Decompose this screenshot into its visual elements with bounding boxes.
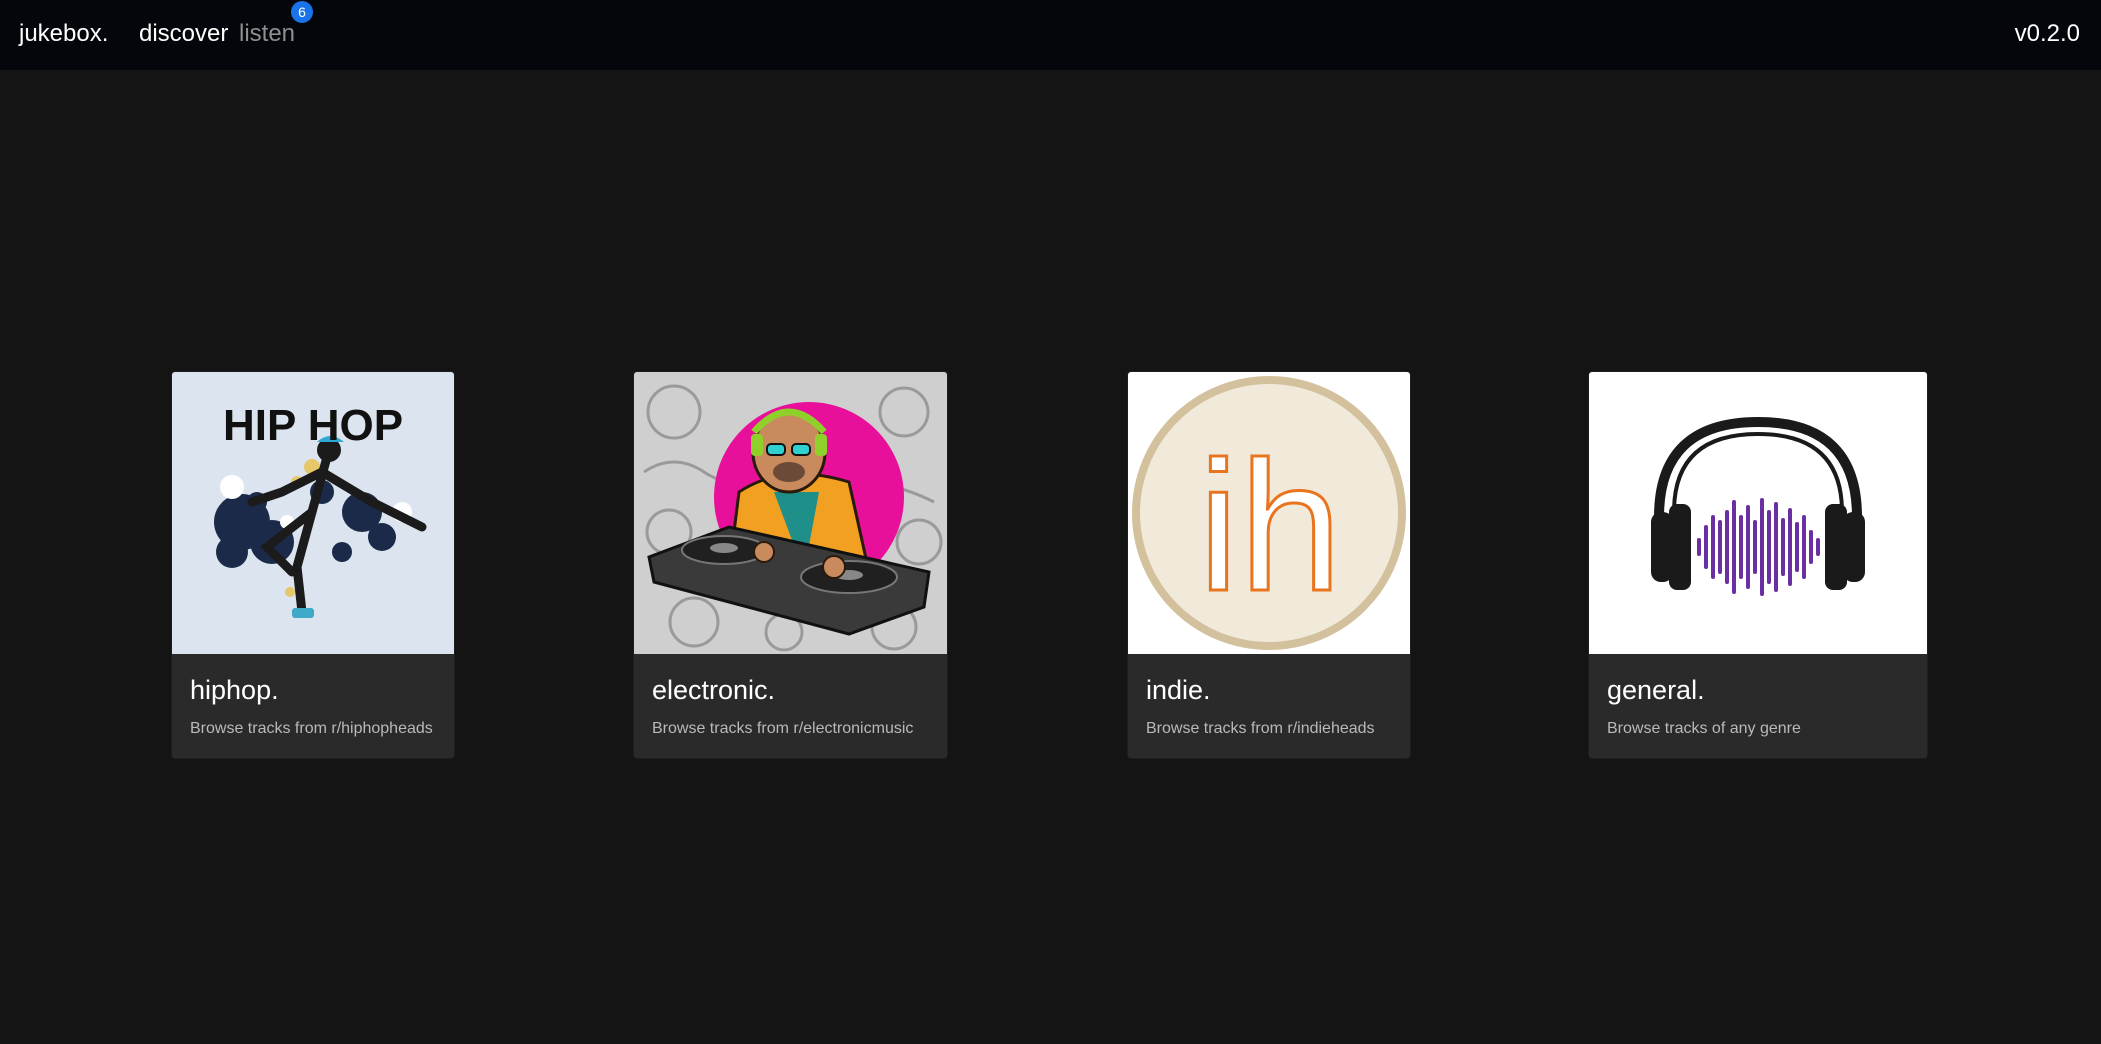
genre-title: general.	[1607, 675, 1705, 705]
genre-description: Browse tracks from r/hiphopheads	[190, 720, 433, 737]
genre-description: Browse tracks of any genre	[1607, 720, 1801, 737]
genre-title: indie.	[1146, 675, 1211, 705]
indie-image: ih	[1128, 372, 1410, 654]
hiphop-image: HIP HOP	[172, 372, 454, 654]
genre-title: electronic.	[652, 675, 776, 705]
listen-count-badge: 6	[291, 1, 313, 23]
indieheads-logo-icon: ih	[1128, 372, 1410, 654]
hiphop-image-text: HIP HOP	[223, 401, 403, 450]
breakdancer-illustration-icon: HIP HOP	[172, 372, 454, 654]
electronic-image	[634, 372, 947, 654]
genre-card-indie[interactable]: ih indie. Browse tracks from r/indiehead…	[1128, 372, 1410, 758]
genre-card-electronic[interactable]: electronic. Browse tracks from r/electro…	[634, 372, 947, 758]
genre-description: Browse tracks from r/indieheads	[1146, 720, 1375, 737]
genre-card-general[interactable]: general. Browse tracks of any genre	[1589, 372, 1927, 758]
top-navbar: jukebox. discover listen 6 v0.2.0	[0, 0, 2101, 70]
indie-logo-text: ih	[1198, 424, 1342, 630]
brand-logo[interactable]: jukebox.	[19, 20, 108, 48]
headphones-soundwave-icon	[1589, 372, 1927, 654]
dj-turntables-illustration-icon	[634, 372, 947, 654]
version-label: v0.2.0	[2014, 20, 2080, 47]
general-image	[1589, 372, 1927, 654]
nav-listen-link[interactable]: listen	[239, 20, 295, 48]
genre-card-hiphop[interactable]: HIP HOP hiphop. Browse tracks from r/hip…	[172, 372, 454, 758]
genre-title: hiphop.	[190, 675, 279, 705]
genre-description: Browse tracks from r/electronicmusic	[652, 720, 914, 737]
nav-discover-link[interactable]: discover	[139, 20, 228, 48]
